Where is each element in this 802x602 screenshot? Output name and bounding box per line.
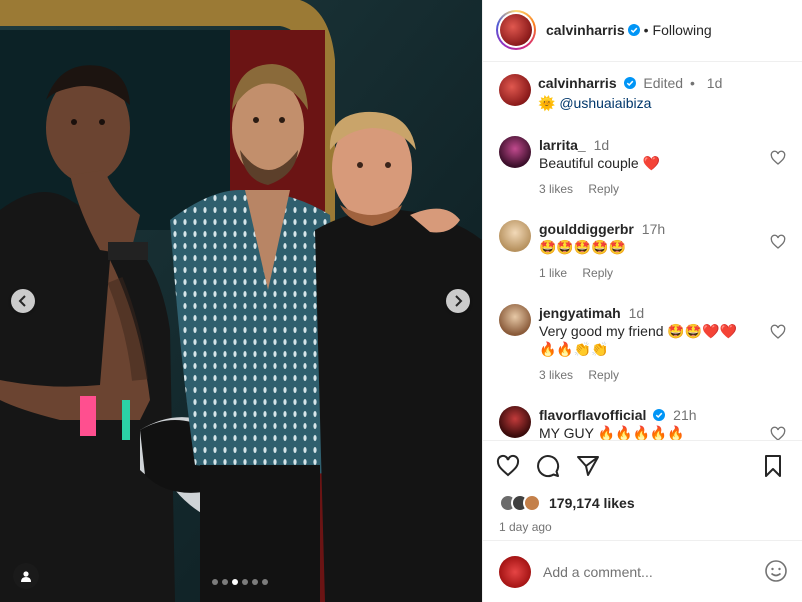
carousel-prev-button[interactable]: [11, 289, 35, 313]
liker-avatars: [499, 494, 541, 513]
verified-badge-icon: [627, 24, 640, 37]
comment-username[interactable]: jengyatimah: [539, 305, 621, 321]
comment-like-heart-icon[interactable]: [770, 150, 786, 166]
comment-text: MY GUY 🔥🔥🔥🔥🔥: [539, 424, 685, 441]
carousel-dot: [222, 579, 228, 585]
tagged-users-button[interactable]: [13, 563, 39, 589]
likes-count[interactable]: 179,174 likes: [549, 495, 635, 511]
commenter-avatar[interactable]: [499, 303, 531, 336]
comment-reply-button[interactable]: Reply: [582, 266, 613, 280]
comment-item: larrita_ 1d Beautiful couple ❤️ 3 likes …: [499, 135, 802, 220]
comment-text-line-2: 🔥🔥👏👏: [539, 340, 609, 357]
comments-list[interactable]: calvinharris Edited • 1d 🌞 @ushuaiaibiza: [483, 62, 802, 441]
comment-bubble-icon: [537, 454, 560, 477]
bookmark-icon: [765, 454, 781, 477]
commenter-avatar[interactable]: [499, 219, 531, 252]
commenter-avatar[interactable]: [499, 135, 531, 168]
commenter-avatar[interactable]: [499, 405, 531, 438]
carousel-indicator: [212, 579, 268, 585]
carousel-dot: [232, 579, 238, 585]
caption-time[interactable]: 1d: [707, 75, 723, 91]
post-photo: [0, 0, 482, 602]
caption-mention-link[interactable]: @ushuaiaibiza: [559, 95, 651, 111]
share-button[interactable]: [575, 453, 601, 479]
caption-edited-label: Edited: [643, 74, 684, 91]
comment-time[interactable]: 17h: [642, 221, 665, 237]
comment-username[interactable]: flavorflavofficial: [539, 407, 646, 423]
comment-time[interactable]: 1d: [629, 305, 645, 321]
comment-button[interactable]: [535, 453, 561, 479]
comment-text: 🤩🤩🤩🤩🤩: [539, 238, 627, 255]
carousel-next-button[interactable]: [446, 289, 470, 313]
author-username[interactable]: calvinharris: [546, 22, 625, 38]
comment-composer: [483, 540, 802, 602]
caption-author-avatar[interactable]: [499, 73, 531, 106]
comment-reply-button[interactable]: Reply: [588, 368, 619, 382]
heart-icon: [496, 454, 520, 477]
save-button[interactable]: [760, 453, 786, 479]
comment-item: jengyatimah 1d Very good my friend 🤩🤩❤️❤…: [499, 303, 802, 406]
comment-username[interactable]: goulddiggerbr: [539, 221, 634, 237]
send-icon: [577, 455, 599, 476]
likes-summary: 179,174 likes: [483, 490, 802, 516]
comment-like-heart-icon[interactable]: [770, 426, 786, 441]
carousel-dot: [252, 579, 258, 585]
add-comment-input[interactable]: [543, 563, 764, 580]
comment-time[interactable]: 21h: [673, 407, 696, 423]
comment-text: Beautiful couple ❤️: [539, 154, 660, 171]
comment-likes-count[interactable]: 1 like: [539, 266, 567, 280]
verified-badge-icon: [653, 408, 666, 421]
verified-badge-icon: [623, 76, 636, 89]
following-button[interactable]: Following: [653, 22, 712, 38]
comment-text: Very good my friend 🤩🤩❤️❤️: [539, 322, 738, 339]
caption-dot: •: [689, 74, 695, 91]
caption-username[interactable]: calvinharris: [538, 75, 617, 91]
chevron-left-icon: [18, 295, 26, 307]
author-story-ring[interactable]: [496, 10, 536, 51]
post-header: calvinharris • Following: [483, 0, 802, 62]
like-button[interactable]: [495, 453, 521, 479]
comment-item: flavorflavofficial 21h MY GUY 🔥🔥🔥🔥🔥: [499, 405, 802, 441]
chevron-right-icon: [455, 295, 463, 307]
post-modal: calvinharris • Following calvinharris Ed…: [0, 0, 802, 602]
carousel-dot: [242, 579, 248, 585]
carousel-dot: [212, 579, 218, 585]
post-timestamp[interactable]: 1 day ago: [483, 520, 802, 540]
comment-time[interactable]: 1d: [594, 137, 610, 153]
comment-like-heart-icon[interactable]: [770, 324, 786, 340]
post-actions-bar: [483, 440, 802, 490]
comment-username[interactable]: larrita_: [539, 137, 586, 153]
header-separator: •: [643, 22, 649, 39]
viewer-avatar: [499, 555, 531, 588]
comment-like-heart-icon[interactable]: [770, 234, 786, 250]
liker-avatar: [523, 494, 541, 513]
carousel-dot: [262, 579, 268, 585]
emoji-button[interactable]: [764, 559, 790, 585]
comment-reply-button[interactable]: Reply: [588, 182, 619, 196]
author-avatar: [500, 14, 532, 47]
caption-emoji: 🌞: [538, 94, 556, 111]
post-media: [0, 0, 482, 602]
smiley-icon: [765, 559, 787, 582]
user-icon: [21, 571, 31, 582]
comment-likes-count[interactable]: 3 likes: [539, 368, 573, 382]
comment-likes-count[interactable]: 3 likes: [539, 182, 573, 196]
caption: calvinharris Edited • 1d 🌞 @ushuaiaibiza: [499, 73, 802, 126]
comment-item: goulddiggerbr 17h 🤩🤩🤩🤩🤩 1 like Reply: [499, 219, 802, 304]
post-side-panel: calvinharris • Following calvinharris Ed…: [482, 0, 802, 602]
